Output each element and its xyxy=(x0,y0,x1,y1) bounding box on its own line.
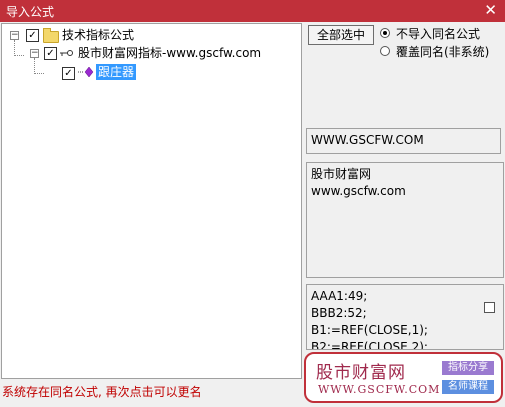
tree-label-root: 技术指标公式 xyxy=(62,28,135,42)
watermark-brand: 股市财富网 xyxy=(316,363,406,383)
watermark-url: WWW.GSCFW.COM xyxy=(318,383,441,396)
tree-line xyxy=(34,73,44,74)
tree-label-child: 股市财富网指标-www.gscfw.com xyxy=(78,46,262,60)
code-panel-checkbox[interactable] xyxy=(484,302,495,313)
tree-line xyxy=(14,55,24,56)
website-text: WWW.GSCFW.COM xyxy=(311,133,424,147)
radio-overwrite[interactable] xyxy=(380,46,390,56)
collapse-icon[interactable]: − xyxy=(30,49,39,58)
code-panel[interactable]: AAA1:49; BBB2:52; B1:=REF(CLOSE,1); B2:=… xyxy=(306,284,504,350)
status-message: 系统存在同名公式, 再次点击可以更名 xyxy=(2,385,202,399)
title-bar: 导入公式 ✕ xyxy=(0,0,505,22)
radio-no-import-label[interactable]: 不导入同名公式 xyxy=(396,25,480,42)
folder-icon xyxy=(43,28,59,43)
radio-no-import[interactable] xyxy=(380,28,390,38)
tree-checkbox-leaf[interactable]: ✓ xyxy=(62,67,75,80)
tree-node-leaf[interactable]: ✓ 跟庄器 xyxy=(46,64,166,80)
watermark-logo: 股市财富网 WWW.GSCFW.COM 指标分享 名师课程 xyxy=(304,352,503,403)
tree-node-root[interactable]: − ✓ 技术指标公式 xyxy=(6,27,186,43)
code-text: AAA1:49; BBB2:52; B1:=REF(CLOSE,1); B2:=… xyxy=(311,289,428,350)
description-panel[interactable]: 股市财富网 www.gscfw.com xyxy=(306,162,504,278)
select-all-button[interactable]: 全部选中 xyxy=(308,25,374,45)
formula-tree[interactable]: − ✓ 技术指标公式 − ✓ 股市财富网指标-www.gscfw.com ✓ 跟… xyxy=(1,23,302,379)
key-icon xyxy=(60,50,73,56)
radio-overwrite-label[interactable]: 覆盖同名(非系统) xyxy=(396,43,489,60)
tree-checkbox-root[interactable]: ✓ xyxy=(26,29,39,42)
description-text: 股市财富网 www.gscfw.com xyxy=(311,167,406,198)
watermark-tag-share: 指标分享 xyxy=(442,361,494,375)
window-title: 导入公式 xyxy=(6,5,55,19)
collapse-icon[interactable]: − xyxy=(10,31,19,40)
watermark-tag-course: 名师课程 xyxy=(442,380,494,394)
website-panel: WWW.GSCFW.COM xyxy=(306,128,501,154)
formula-icon xyxy=(78,66,94,78)
tree-node-child[interactable]: − ✓ 股市财富网指标-www.gscfw.com xyxy=(26,45,296,61)
tree-label-leaf: 跟庄器 xyxy=(96,64,137,80)
tree-checkbox-child[interactable]: ✓ xyxy=(44,47,57,60)
close-icon[interactable]: ✕ xyxy=(484,1,497,19)
